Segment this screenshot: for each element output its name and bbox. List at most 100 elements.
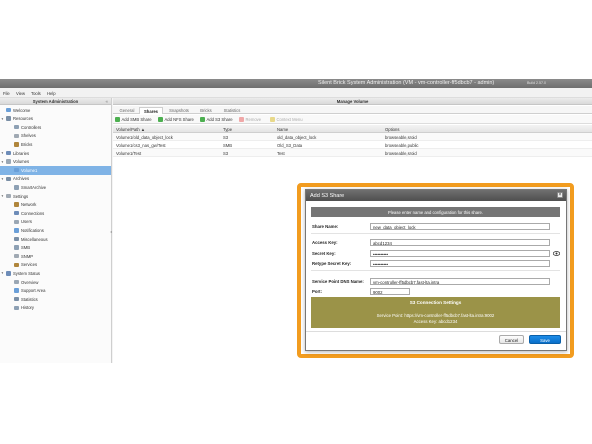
tab-statistics[interactable]: Statistics [218,107,246,114]
tree-item-system-status[interactable]: ▾ System Status [0,269,111,277]
secret-key-label: Secret Key: [312,251,336,256]
tree-item-settings[interactable]: ▾ Settings [0,192,111,200]
tree-item-smartarchive[interactable]: SmartArchive [0,183,111,191]
expand-arrow-icon[interactable]: ▾ [2,271,4,275]
network-icon [14,202,19,207]
connection-settings-heading: S3 Connection Settings [409,300,462,305]
table-row[interactable]: Volume1/Test S3 Test browseable,sroid [113,149,592,157]
context-menu-button[interactable]: Context Menu [270,116,303,122]
tree-item-label: Welcome [13,107,31,113]
access-key-label: Access Key: [312,240,338,245]
system-admin-pane: System Administration « Welcome ▾ Resource… [0,98,112,363]
tree-item-welcome[interactable]: Welcome [0,106,111,114]
expand-arrow-icon[interactable]: ▾ [2,177,4,181]
tree-item-resources[interactable]: ▾ Resources [0,115,111,123]
dns-name-input[interactable]: vm-controller-ff5dbcb7.fast-lta.intra [370,277,550,285]
column-volume-path[interactable]: Volume/Path ▲ [116,127,145,132]
tab-general[interactable]: General [116,107,138,114]
tree-item-snmp[interactable]: SNMP [0,252,111,260]
tree-item-label: Shelves [21,133,36,139]
menu-file[interactable]: File [3,91,10,96]
tree-item-statistics[interactable]: Statistics [0,295,111,303]
table-cell: browseable,sroid [385,150,417,156]
close-icon[interactable]: × [557,192,563,199]
left-pane-title: System Administration [32,99,79,105]
tree-item-label: Libraries [13,150,30,156]
tree-item-notifications[interactable]: Notifications [0,226,111,234]
menu-tools[interactable]: Tools [31,91,41,96]
remove-label: Remove [245,116,262,122]
settings-icon [6,193,11,199]
table-cell: Test [277,150,285,156]
remove-button[interactable]: Remove [239,116,262,122]
tree-item-label: SMB [21,245,31,251]
table-cell: SMB [223,142,233,148]
cancel-button[interactable]: Cancel [499,335,524,344]
access-key-text: Access Key: abcd1234 [413,319,458,324]
tree-item-smb[interactable]: SMB [0,244,111,252]
collapse-pane-icon[interactable]: « [105,99,108,104]
port-input[interactable]: 9002 [370,287,410,295]
tree-item-libraries[interactable]: ▾ Libraries [0,149,111,157]
show-password-eye-icon[interactable] [553,251,560,256]
column-type[interactable]: Type [223,127,232,132]
tree-item-controllers[interactable]: Controllers [0,123,111,131]
expand-arrow-icon[interactable]: ▾ [2,160,4,164]
tree-item-label: Statistics [21,296,38,302]
menu-view[interactable]: View [16,91,25,96]
share-name-label: Share Name: [312,224,339,229]
tree-item-volume1[interactable]: Volume1 [0,166,111,175]
save-button[interactable]: Save [529,335,561,344]
menu-help[interactable]: Help [47,91,56,96]
expand-arrow-icon[interactable]: ▾ [2,151,4,155]
add-smb-share-button[interactable]: Add SMB Share [115,116,152,122]
column-volume-path-label: Volume/Path [116,126,140,132]
tree-item-network[interactable]: Network [0,201,111,209]
add-icon [158,116,163,122]
menubar: File View Tools Help [0,88,592,98]
volume-icon [14,167,19,173]
expand-arrow-icon[interactable]: ▾ [2,117,4,121]
controllers-icon [14,124,19,130]
divider [311,233,560,234]
tree-item-shelves[interactable]: Shelves [0,132,111,140]
splitter-handle-icon[interactable]: ◂ [110,229,112,234]
tree-item-services[interactable]: Services [0,261,111,269]
support-icon [14,288,19,293]
tab-snapshots[interactable]: Snapshots [164,107,194,114]
tab-shares[interactable]: Shares [139,107,163,114]
tree-item-connections[interactable]: Connections [0,209,111,217]
tree-item-label: Archives [13,176,30,182]
add-nfs-label: Add NFS Share [164,116,194,122]
table-cell: Volume1/Test [116,150,142,156]
overview-icon [14,279,19,285]
retype-secret-key-input[interactable]: •••••••••• [370,259,550,267]
tree-item-volumes[interactable]: ▾ Volumes [0,158,111,166]
tree-item-overview[interactable]: Overview [0,278,111,286]
tree-item-label: Network [21,202,37,208]
table-row[interactable]: Volume1/old_data_object_lock S3 old_data_o… [113,133,592,141]
share-name-input[interactable]: new_data_object_lock [370,222,550,230]
add-s3-share-dialog: Add S3 Share × Please enter name and con… [305,189,567,351]
access-key-input[interactable]: abcd1234 [370,238,550,246]
tree-item-bricks[interactable]: Bricks [0,140,111,148]
table-cell: S3 [223,150,229,156]
column-options[interactable]: Options [385,127,399,132]
add-s3-label: Add S3 Share [206,116,233,122]
add-nfs-share-button[interactable]: Add NFS Share [158,116,194,122]
tree-item-support-area[interactable]: Support Area [0,287,111,295]
status-icon [6,271,11,276]
column-name[interactable]: Name [277,127,288,132]
expand-arrow-icon[interactable]: ▾ [2,194,4,198]
table-cell: Old_S3_Data [277,142,303,148]
welcome-icon [6,107,11,113]
tree-item-archives[interactable]: ▾ Archives [0,175,111,183]
tree-item-users[interactable]: Users [0,218,111,226]
add-s3-share-button[interactable]: Add S3 Share [200,116,233,122]
secret-key-input[interactable]: •••••••••• [370,249,550,257]
tree-item-miscellaneous[interactable]: Miscellaneous [0,235,111,243]
tree-item-history[interactable]: History [0,304,111,312]
table-row[interactable]: Volume1/cs3_nas_gw/Test SMB Old_S3_Data bro… [113,141,592,149]
tab-bricks[interactable]: Bricks [195,107,217,114]
tree-item-label: Connections [21,210,45,216]
